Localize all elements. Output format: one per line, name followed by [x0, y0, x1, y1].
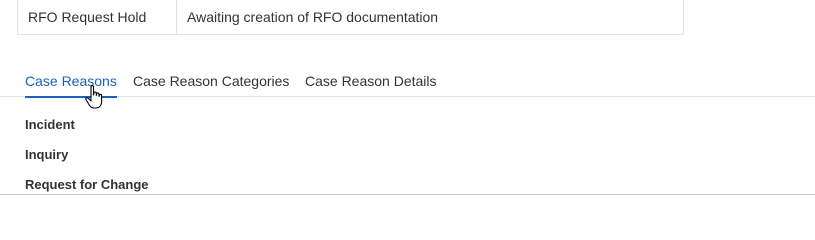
- tab-case-reason-categories[interactable]: Case Reason Categories: [133, 68, 289, 97]
- status-table-row: RFO Request Hold Awaiting creation of RF…: [17, 0, 684, 35]
- tab-bar: Case Reasons Case Reason Categories Case…: [0, 68, 815, 98]
- status-name-cell: RFO Request Hold: [18, 0, 177, 34]
- list-item-inquiry[interactable]: Inquiry: [25, 147, 68, 162]
- tab-case-reason-details[interactable]: Case Reason Details: [305, 68, 437, 97]
- status-description-cell: Awaiting creation of RFO documentation: [187, 8, 439, 25]
- divider: [0, 194, 815, 195]
- list-item-request-for-change[interactable]: Request for Change: [25, 177, 149, 192]
- list-item-incident[interactable]: Incident: [25, 117, 75, 132]
- hand-pointer-icon: [85, 85, 103, 109]
